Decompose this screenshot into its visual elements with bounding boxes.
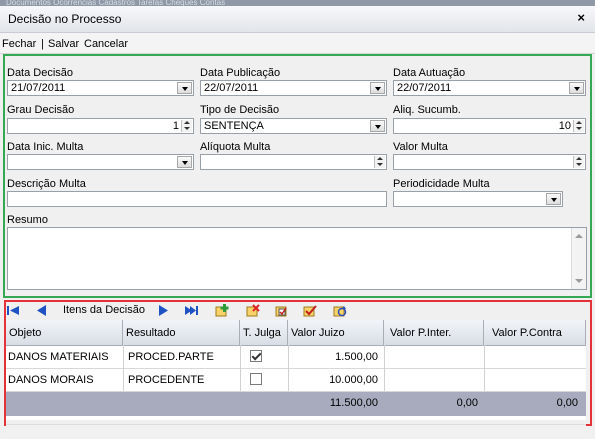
cell-resultado: PROCED.PARTE — [128, 351, 214, 363]
refresh-icon[interactable] — [333, 304, 347, 317]
total-valor-juizo: 11.500,00 — [329, 397, 378, 409]
grid-divider — [240, 345, 241, 391]
data-publicacao-label: Data Publicação — [200, 67, 281, 79]
navigator-label: Itens da Decisão — [63, 304, 145, 316]
scroll-up-icon[interactable] — [575, 234, 583, 238]
spinner-icon[interactable] — [573, 156, 584, 168]
cell-valor-juizo: 1.500,00 — [335, 351, 378, 363]
col-objeto-header[interactable]: Objeto — [6, 320, 123, 345]
valor-multa-label: Valor Multa — [393, 141, 448, 153]
data-publicacao-field[interactable]: 22/07/2011 — [200, 80, 387, 96]
grid-totals-footer: 11.500,00 0,00 0,00 — [6, 392, 586, 416]
grid-divider — [384, 345, 385, 391]
aliquota-multa-label: Alíquota Multa — [200, 141, 271, 153]
first-icon[interactable] — [6, 304, 20, 317]
salvar-menu-item[interactable]: Salvar — [48, 38, 79, 50]
spinner-icon[interactable] — [573, 120, 584, 132]
cell-objeto: DANOS MATERIAIS — [8, 351, 109, 363]
data-autuacao-field[interactable]: 22/07/2011 — [393, 80, 586, 96]
col-t-julga-header[interactable]: T. Julga — [240, 320, 288, 345]
tipo-decisao-value: SENTENÇA — [204, 120, 264, 132]
total-valor-p-inter: 0,00 — [456, 397, 478, 409]
window-title: Decisão no Processo — [8, 12, 122, 26]
data-decisao-label: Data Decisão — [7, 67, 74, 79]
col-valor-p-inter-header[interactable]: Valor P.Inter. — [384, 320, 484, 345]
menu-bar: Fechar | Salvar Cancelar — [0, 33, 595, 54]
data-publicacao-value: 22/07/2011 — [204, 82, 259, 94]
grau-decisao-label: Grau Decisão — [7, 104, 75, 116]
data-inic-multa-field[interactable] — [7, 154, 194, 170]
col-valor-p-contra-header[interactable]: Valor P.Contra — [484, 320, 586, 345]
last-icon[interactable] — [184, 304, 198, 317]
col-resultado-header[interactable]: Resultado — [123, 320, 240, 345]
total-valor-p-contra: 0,00 — [556, 397, 578, 409]
cell-valor-juizo: 10.000,00 — [329, 374, 378, 386]
data-autuacao-value: 22/07/2011 — [397, 82, 452, 94]
cell-objeto: DANOS MORAIS — [8, 374, 94, 386]
spinner-icon[interactable] — [374, 156, 385, 168]
dropdown-arrow-icon[interactable] — [177, 156, 192, 168]
dropdown-arrow-icon[interactable] — [177, 82, 192, 94]
data-autuacao-label: Data Autuação — [393, 67, 466, 79]
julgado-checkbox[interactable] — [250, 350, 262, 362]
fechar-menu-item[interactable]: Fechar — [2, 38, 36, 50]
resumo-scrollbar[interactable] — [571, 228, 586, 289]
dropdown-arrow-icon[interactable] — [370, 82, 385, 94]
periodicidade-multa-label: Periodicidade Multa — [393, 178, 490, 190]
col-valor-juizo-header[interactable]: Valor Juizo — [288, 320, 384, 345]
edit-icon[interactable] — [275, 304, 289, 317]
title-bar: Decisão no Processo × — [0, 6, 595, 33]
menu-separator: | — [41, 38, 44, 50]
grau-decisao-field[interactable]: 1 — [7, 118, 194, 134]
aliq-sucumb-value: 10 — [558, 120, 571, 132]
insert-icon[interactable] — [215, 304, 229, 317]
grid-header: Objeto Resultado T. Julga Valor Juizo Va… — [6, 320, 586, 346]
grid-divider — [288, 345, 289, 391]
data-decisao-field[interactable]: 21/07/2011 — [7, 80, 194, 96]
table-row[interactable]: DANOS MORAIS PROCEDENTE 10.000,00 — [6, 368, 586, 392]
spinner-icon[interactable] — [181, 120, 192, 132]
data-inic-multa-label: Data Inic. Multa — [7, 141, 84, 153]
grau-decisao-value: 1 — [172, 120, 179, 132]
items-navigator: Itens da Decisão — [6, 303, 586, 319]
valor-multa-field[interactable] — [393, 154, 586, 170]
dropdown-arrow-icon[interactable] — [546, 193, 561, 205]
data-decisao-value: 21/07/2011 — [11, 82, 66, 94]
dropdown-arrow-icon[interactable] — [370, 120, 385, 132]
julgado-checkbox[interactable] — [250, 373, 262, 385]
periodicidade-multa-field[interactable] — [393, 191, 563, 207]
items-grid[interactable]: Objeto Resultado T. Julga Valor Juizo Va… — [6, 320, 586, 420]
scroll-down-icon[interactable] — [575, 279, 583, 283]
dropdown-arrow-icon[interactable] — [569, 82, 584, 94]
aliq-sucumb-label: Aliq. Sucumb. — [393, 104, 461, 116]
grid-divider — [484, 345, 485, 391]
aliquota-multa-field[interactable] — [200, 154, 387, 170]
grid-divider — [123, 345, 124, 391]
descricao-multa-field[interactable] — [7, 191, 387, 207]
grid-horizontal-scrollbar[interactable] — [6, 424, 586, 435]
resumo-label: Resumo — [7, 214, 48, 226]
tipo-decisao-field[interactable]: SENTENÇA — [200, 118, 387, 134]
descricao-multa-label: Descrição Multa — [7, 178, 86, 190]
cell-resultado: PROCEDENTE — [128, 374, 205, 386]
cancelar-menu-item[interactable]: Cancelar — [84, 38, 128, 50]
close-icon[interactable]: × — [577, 10, 585, 25]
tipo-decisao-label: Tipo de Decisão — [200, 104, 280, 116]
prev-icon[interactable] — [34, 304, 48, 317]
post-icon[interactable] — [303, 304, 317, 317]
delete-icon[interactable] — [246, 304, 260, 317]
table-row[interactable]: DANOS MATERIAIS PROCED.PARTE 1.500,00 — [6, 345, 586, 369]
resumo-textarea[interactable] — [7, 227, 587, 290]
next-icon[interactable] — [157, 304, 171, 317]
aliq-sucumb-field[interactable]: 10 — [393, 118, 586, 134]
